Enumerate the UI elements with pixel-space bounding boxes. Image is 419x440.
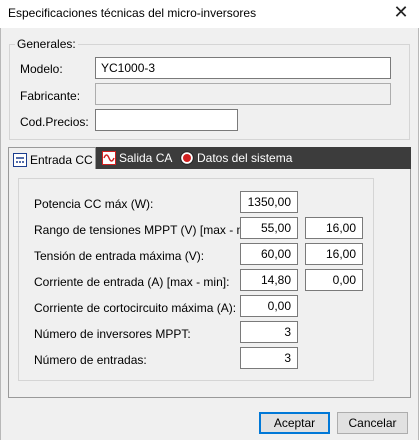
inversores-mppt-label: Número de inversores MPPT: — [34, 327, 191, 341]
tab-strip: Entrada CC Salida CA Datos del sistema — [8, 147, 411, 171]
potencia-label: Potencia CC máx (W): — [34, 197, 154, 211]
tab-salida-ca[interactable]: Salida CA — [98, 147, 174, 169]
potencia-field[interactable]: 1350,00 — [240, 191, 298, 213]
cortocircuito-label: Corriente de cortocircuito máxima (A): — [34, 301, 237, 315]
accept-button[interactable]: Aceptar — [259, 412, 330, 434]
inversores-mppt-field[interactable]: 3 — [240, 321, 298, 343]
dc-input-icon — [13, 152, 27, 167]
tension-secondary-field[interactable]: 16,00 — [305, 243, 363, 265]
tab-label: Salida CA — [119, 151, 173, 165]
ac-wave-icon — [102, 151, 116, 165]
cancel-button[interactable]: Cancelar — [337, 412, 408, 434]
fabricante-field — [95, 83, 391, 105]
window-title: Especificaciones técnicas del micro-inve… — [8, 6, 257, 20]
tab-entrada-cc[interactable]: Entrada CC — [8, 147, 96, 171]
corriente-min-field[interactable]: 0,00 — [305, 269, 363, 291]
tension-max-field[interactable]: 60,00 — [240, 243, 298, 265]
rango-mppt-max-field[interactable]: 55,00 — [240, 217, 298, 239]
entradas-field[interactable]: 3 — [240, 347, 298, 369]
rango-mppt-label: Rango de tensiones MPPT (V) [max - min] — [34, 223, 260, 237]
modelo-field[interactable]: YC1000-3 — [95, 57, 391, 79]
cod-precios-field[interactable] — [95, 109, 238, 131]
corriente-label: Corriente de entrada (A) [max - min]: — [34, 275, 230, 289]
generales-legend: Generales: — [15, 37, 78, 51]
corriente-max-field[interactable]: 14,80 — [240, 269, 298, 291]
record-icon — [180, 151, 194, 165]
entradas-label: Número de entradas: — [34, 353, 147, 367]
tab-label: Datos del sistema — [197, 151, 293, 165]
tension-max-label: Tensión de entrada máxima (V): — [34, 249, 205, 263]
tab-label: Entrada CC — [30, 152, 93, 167]
modelo-label: Modelo: — [20, 62, 63, 76]
close-icon[interactable]: ✕ — [389, 2, 413, 24]
title-bar: Especificaciones técnicas del micro-inve… — [0, 0, 419, 28]
cortocircuito-field[interactable]: 0,00 — [240, 295, 298, 317]
fabricante-label: Fabricante: — [20, 89, 81, 103]
rango-mppt-min-field[interactable]: 16,00 — [305, 217, 363, 239]
tab-datos-sistema[interactable]: Datos del sistema — [176, 147, 296, 169]
cod-precios-label: Cod.Precios: — [20, 115, 89, 129]
